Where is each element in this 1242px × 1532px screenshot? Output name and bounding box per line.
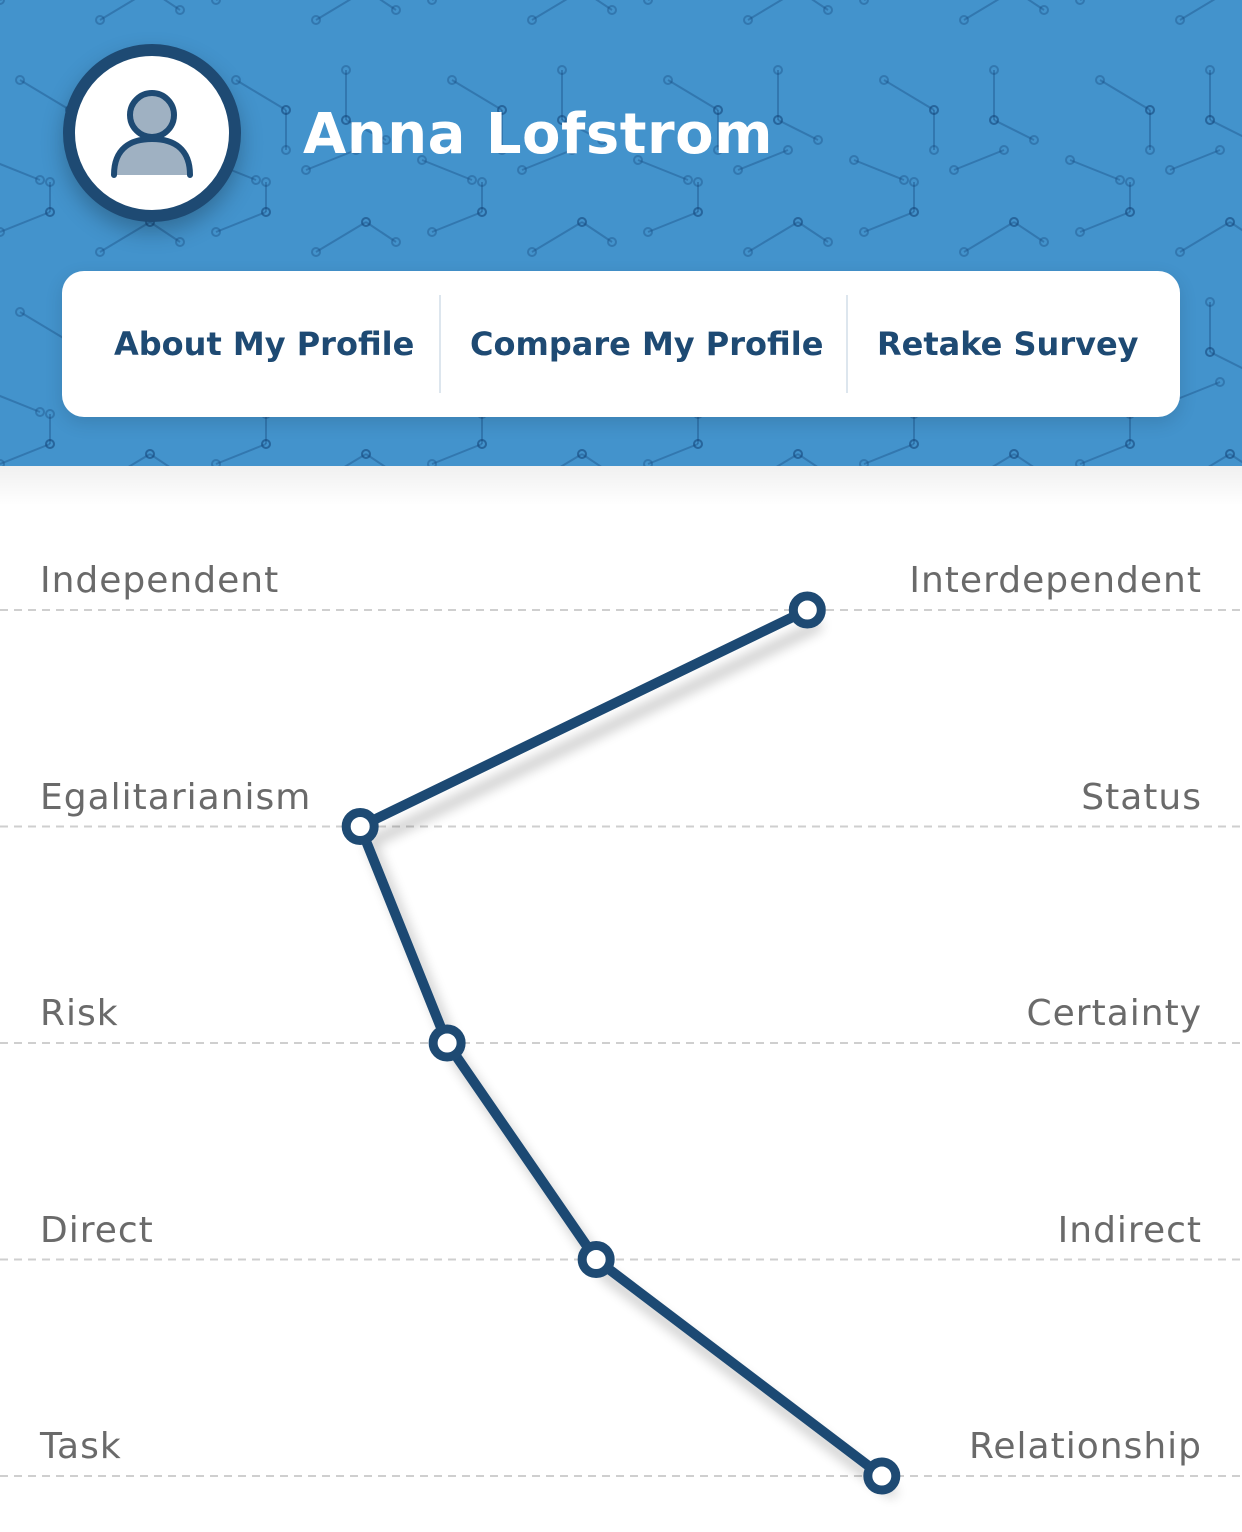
dimension-label-left: Independent bbox=[40, 560, 280, 601]
data-point[interactable] bbox=[577, 1241, 615, 1278]
compare-profile-button[interactable]: Compare My Profile bbox=[470, 271, 823, 417]
dimension-label-left: Task bbox=[40, 1426, 122, 1467]
user-icon bbox=[111, 90, 193, 178]
data-point[interactable] bbox=[788, 591, 826, 629]
user-name: Anna Lofstrom bbox=[303, 102, 773, 167]
nav-divider bbox=[439, 295, 441, 393]
dimension-label-left: Direct bbox=[40, 1209, 154, 1251]
dimension-label-right: Indirect bbox=[1057, 1209, 1202, 1251]
about-profile-button[interactable]: About My Profile bbox=[114, 271, 414, 417]
avatar[interactable] bbox=[63, 44, 241, 222]
data-point[interactable] bbox=[341, 808, 379, 845]
header-shadow bbox=[0, 466, 1242, 506]
dimension-label-right: Status bbox=[1081, 776, 1202, 818]
dimension-label-left: Egalitarianism bbox=[40, 776, 312, 818]
dimension-label-right: Certainty bbox=[1026, 993, 1202, 1034]
data-point[interactable] bbox=[863, 1457, 901, 1495]
culture-profile-chart: Independent Interdependent Egalitarianism S… bbox=[0, 506, 1242, 1532]
dimension-label-right: Interdependent bbox=[909, 560, 1202, 601]
data-point[interactable] bbox=[428, 1024, 466, 1062]
nav-divider bbox=[846, 295, 848, 393]
retake-survey-button[interactable]: Retake Survey bbox=[877, 271, 1139, 417]
dimension-label-right: Relationship bbox=[969, 1426, 1202, 1467]
profile-header: Anna Lofstrom About My Profile Compare M… bbox=[0, 0, 1242, 466]
dimension-label-left: Risk bbox=[40, 993, 119, 1034]
profile-nav-card: About My Profile Compare My Profile Reta… bbox=[62, 271, 1180, 417]
